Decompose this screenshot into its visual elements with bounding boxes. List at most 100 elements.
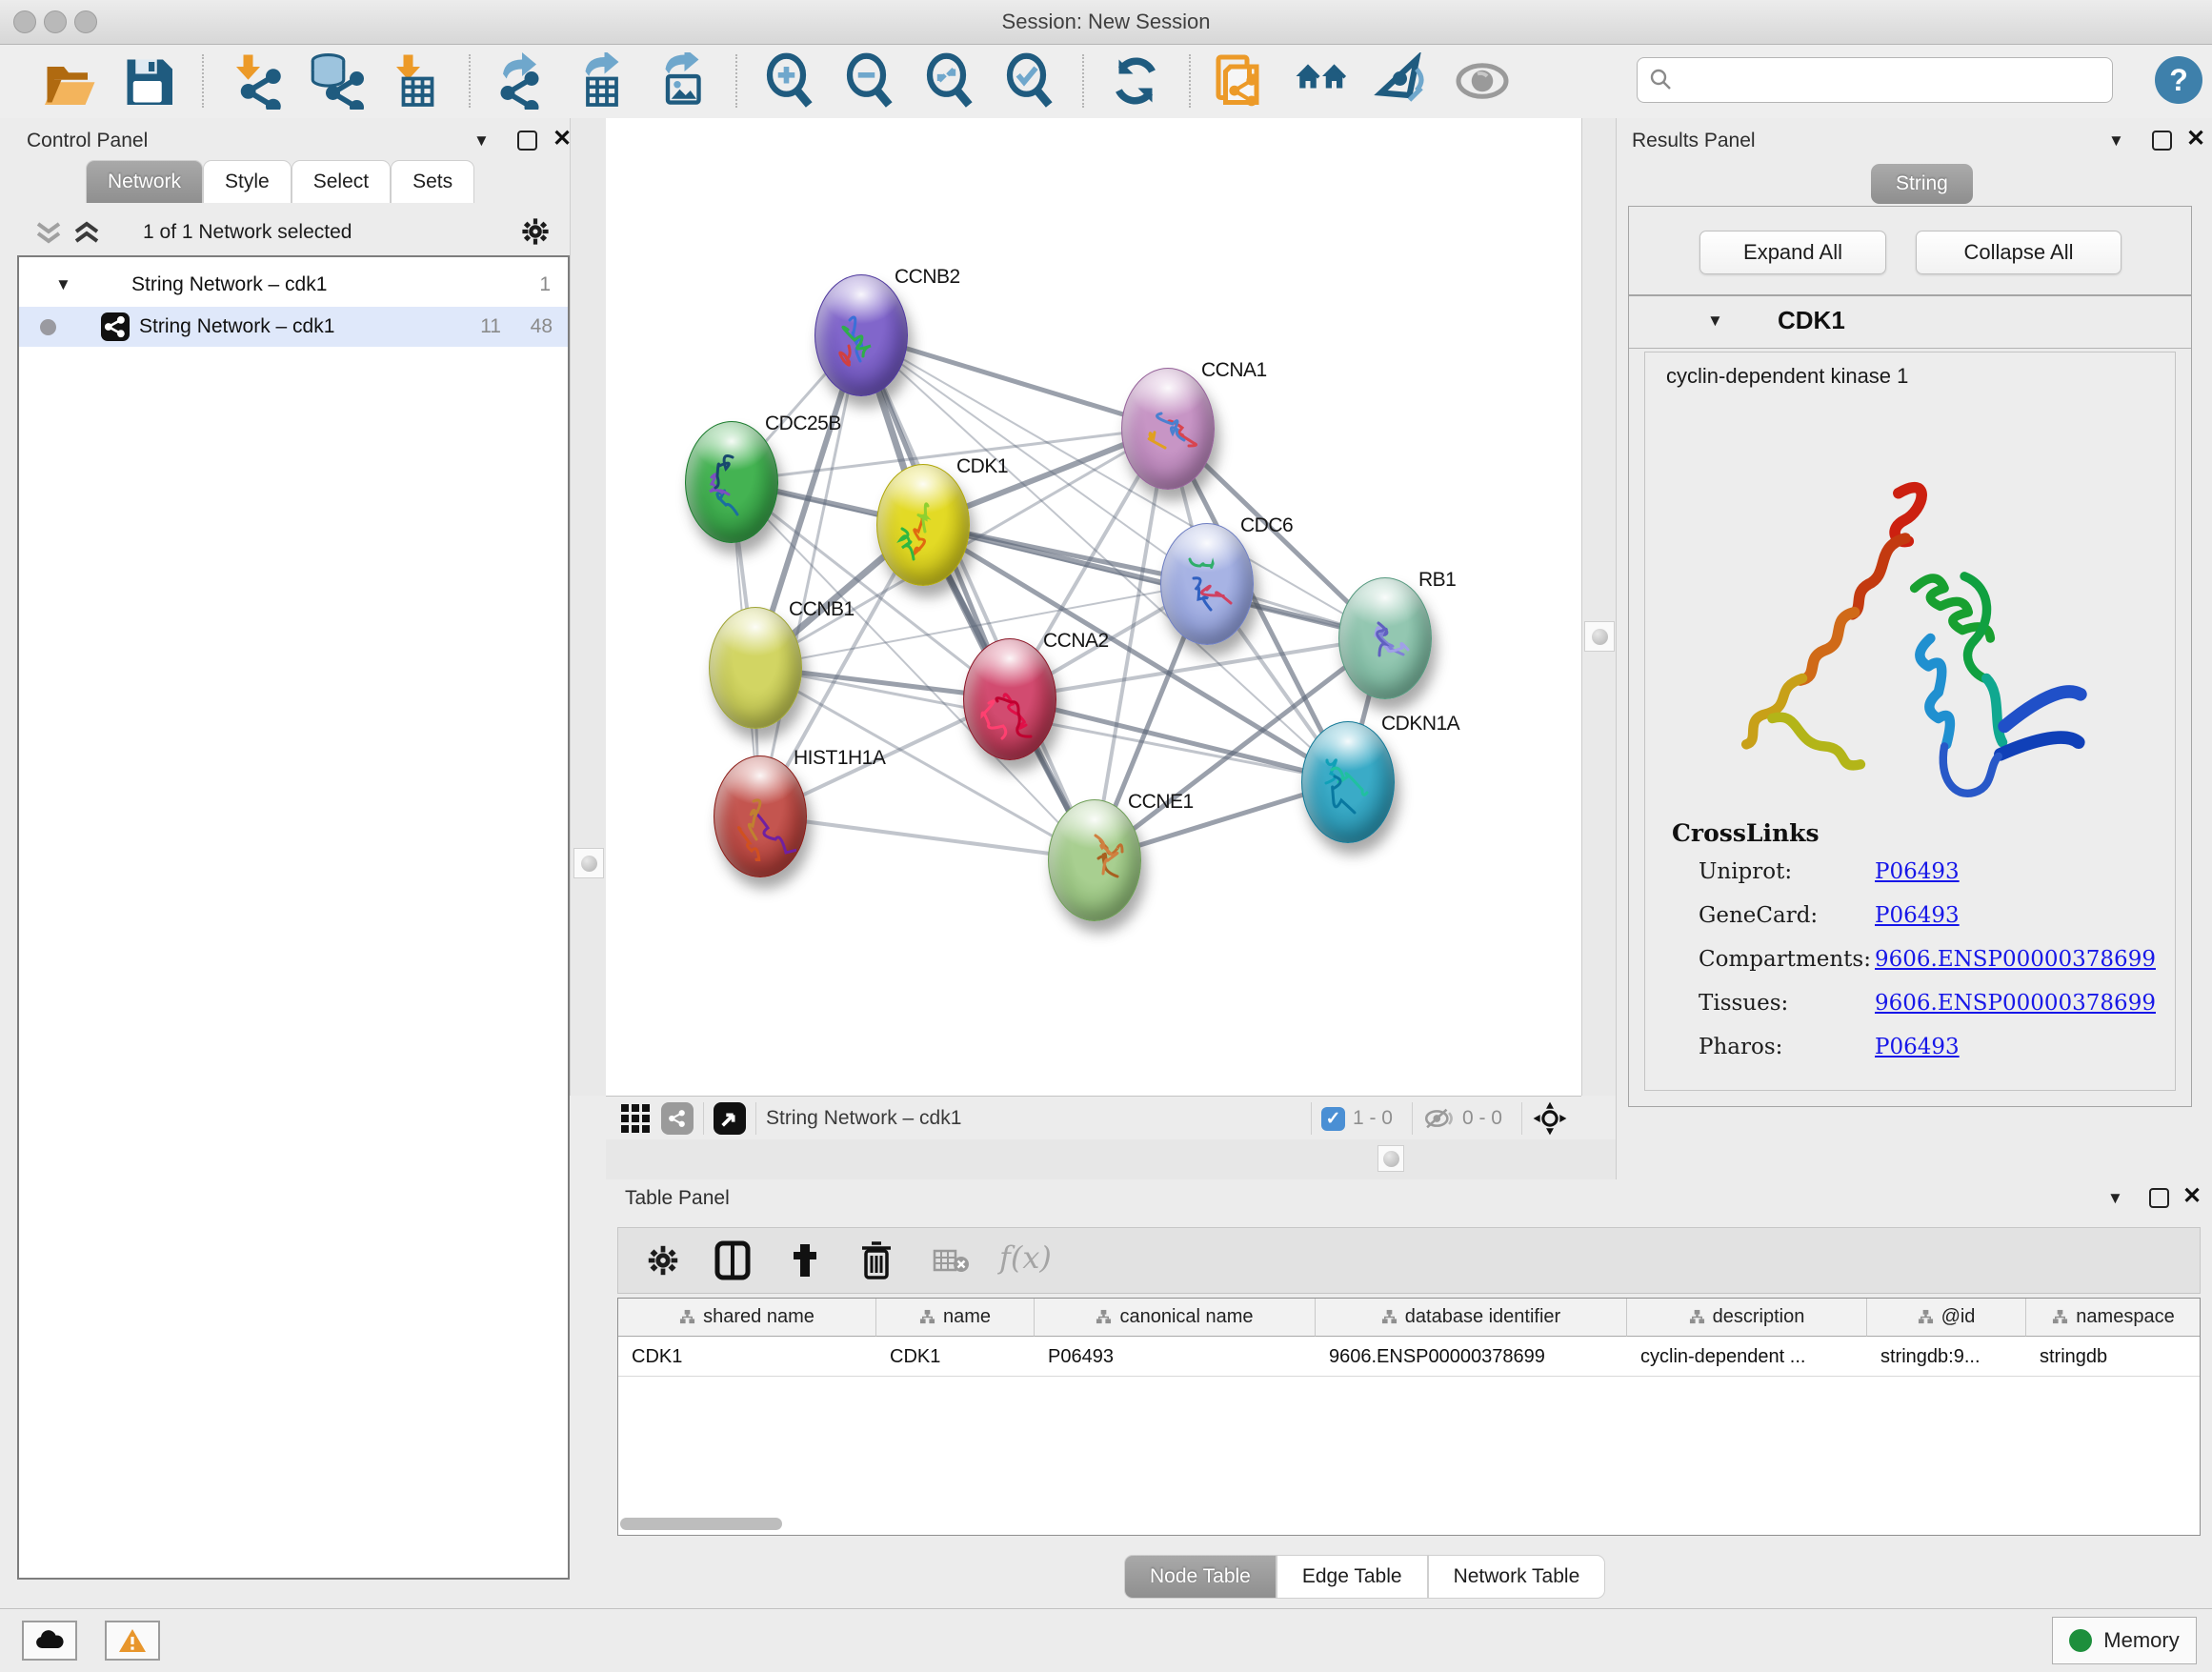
fit-content-crosshair-icon[interactable]	[1532, 1100, 1568, 1137]
close-table-icon[interactable]: ✕	[2182, 1182, 2202, 1210]
column-header-database-identifier[interactable]: database identifier	[1316, 1299, 1627, 1337]
grid-view-icon[interactable]	[619, 1102, 652, 1135]
edge-CDK1-RB1[interactable]	[922, 524, 1384, 637]
tab-edge-table[interactable]: Edge Table	[1277, 1555, 1428, 1599]
collapse-all-button[interactable]: Collapse All	[1916, 231, 2122, 274]
node-CDC6[interactable]	[1160, 523, 1254, 645]
tab-network-table[interactable]: Network Table	[1428, 1555, 1606, 1599]
collapse-results-icon[interactable]: ▼	[2108, 131, 2124, 151]
float-results-icon[interactable]	[2152, 131, 2172, 151]
edge-CCNB2-HIST1H1A[interactable]	[759, 334, 860, 816]
column-header-description[interactable]: description	[1627, 1299, 1867, 1337]
export-network-icon[interactable]	[492, 52, 553, 110]
tab-sets[interactable]: Sets	[391, 160, 474, 203]
edge-HIST1H1A-CCNE1[interactable]	[759, 816, 1094, 859]
node-RB1[interactable]	[1338, 577, 1432, 699]
show-columns-icon[interactable]	[714, 1240, 752, 1280]
edge-CCNB2-CCNE1[interactable]	[860, 334, 1094, 859]
crosslink-value-link[interactable]: P06493	[1875, 903, 1960, 928]
tab-style[interactable]: Style	[203, 160, 292, 203]
node-CDC25B[interactable]	[685, 421, 778, 543]
share-view-icon[interactable]	[661, 1102, 694, 1135]
delete-table-icon[interactable]	[933, 1247, 971, 1276]
float-panel-icon[interactable]	[517, 131, 537, 151]
warnings-button[interactable]	[105, 1621, 160, 1661]
show-all-icon[interactable]	[1452, 52, 1513, 110]
collapse-protein-icon[interactable]: ▼	[1707, 312, 1723, 331]
expand-all-button[interactable]: Expand All	[1699, 231, 1886, 274]
table-cell[interactable]: 9606.ENSP00000378699	[1316, 1338, 1627, 1376]
left-splitter[interactable]	[570, 118, 608, 1096]
table-cell[interactable]: CDK1	[618, 1338, 876, 1376]
memory-button[interactable]: Memory	[2052, 1617, 2197, 1664]
column-header-name[interactable]: name	[876, 1299, 1035, 1337]
bottom-splitter-handle[interactable]	[1377, 1145, 1404, 1172]
node-CCNB1[interactable]	[709, 607, 802, 729]
table-cell[interactable]: stringdb	[2026, 1338, 2201, 1376]
search-input[interactable]	[1674, 68, 2112, 92]
tab-node-table[interactable]: Node Table	[1124, 1555, 1277, 1599]
table-cell[interactable]: P06493	[1035, 1338, 1316, 1376]
import-network-database-icon[interactable]	[305, 52, 366, 110]
save-session-icon[interactable]	[118, 52, 179, 110]
node-CCNA1[interactable]	[1121, 368, 1215, 490]
column-header-namespace[interactable]: namespace	[2026, 1299, 2201, 1337]
right-splitter-handle[interactable]	[1584, 621, 1615, 652]
close-results-icon[interactable]: ✕	[2186, 125, 2205, 152]
selected-checkbox-icon[interactable]: ✓	[1321, 1107, 1345, 1131]
network-options-gear-icon[interactable]	[519, 215, 552, 248]
tab-select[interactable]: Select	[292, 160, 391, 203]
network-collection-row[interactable]: ▼ String Network – cdk1 1	[19, 265, 568, 305]
tab-string[interactable]: String	[1871, 164, 1973, 204]
left-splitter-handle[interactable]	[573, 848, 604, 878]
zoom-in-icon[interactable]	[758, 52, 819, 110]
network-canvas[interactable]: CCNB2CCNA1CDC25BCDK1CDC6RB1CCNB1CCNA2CDK…	[606, 118, 1581, 1096]
collapse-all-icon[interactable]	[34, 221, 63, 246]
node-CDK1[interactable]	[876, 464, 970, 586]
node-CCNE1[interactable]	[1048, 799, 1141, 921]
node-HIST1H1A[interactable]	[714, 755, 807, 877]
hide-selected-icon[interactable]	[1372, 52, 1433, 110]
help-button[interactable]: ?	[2155, 56, 2202, 104]
delete-column-icon[interactable]	[858, 1239, 895, 1281]
expand-all-icon[interactable]	[72, 221, 101, 246]
refresh-icon[interactable]	[1105, 52, 1166, 110]
duplicate-network-icon[interactable]	[1212, 52, 1273, 110]
import-table-icon[interactable]	[385, 52, 446, 110]
table-horizontal-scrollbar[interactable]	[620, 1518, 782, 1530]
node-CCNA2[interactable]	[963, 638, 1056, 760]
open-session-icon[interactable]	[38, 52, 99, 110]
node-CCNB2[interactable]	[814, 274, 908, 396]
create-column-icon[interactable]	[786, 1240, 824, 1280]
export-image-icon[interactable]	[652, 52, 713, 110]
tab-network[interactable]: Network	[86, 160, 203, 203]
zoom-fit-icon[interactable]	[918, 52, 979, 110]
node-table[interactable]: shared namenamecanonical namedatabase id…	[617, 1298, 2201, 1536]
float-table-icon[interactable]	[2149, 1188, 2169, 1208]
node-CDKN1A[interactable]	[1301, 721, 1395, 843]
crosslink-value-link[interactable]: P06493	[1875, 1035, 1960, 1059]
table-options-gear-icon[interactable]	[645, 1242, 681, 1279]
crosslink-value-link[interactable]: 9606.ENSP00000378699	[1875, 991, 2156, 1016]
zoom-selected-icon[interactable]	[998, 52, 1059, 110]
right-splitter[interactable]	[1581, 118, 1617, 1096]
crosslink-value-link[interactable]: P06493	[1875, 859, 1960, 884]
zoom-out-icon[interactable]	[838, 52, 899, 110]
collapse-table-icon[interactable]: ▼	[2107, 1189, 2123, 1208]
table-cell[interactable]: cyclin-dependent ...	[1627, 1338, 1867, 1376]
column-header-canonical-name[interactable]: canonical name	[1035, 1299, 1316, 1337]
home-layout-icon[interactable]	[1292, 52, 1353, 110]
import-network-file-icon[interactable]	[225, 52, 286, 110]
network-row-selected[interactable]: String Network – cdk1 11 48	[19, 307, 568, 347]
table-cell[interactable]: stringdb:9...	[1867, 1338, 2026, 1376]
birds-eye-view-icon[interactable]	[714, 1102, 746, 1135]
tree-expand-icon[interactable]: ▼	[55, 265, 71, 305]
collapse-panel-icon[interactable]: ▼	[473, 131, 490, 151]
column-header-shared-name[interactable]: shared name	[618, 1299, 876, 1337]
column-header-@id[interactable]: @id	[1867, 1299, 2026, 1337]
search-box[interactable]	[1637, 57, 2113, 103]
crosslink-value-link[interactable]: 9606.ENSP00000378699	[1875, 947, 2156, 972]
cloud-button[interactable]	[22, 1621, 77, 1661]
export-table-icon[interactable]	[572, 52, 633, 110]
table-cell[interactable]: CDK1	[876, 1338, 1035, 1376]
